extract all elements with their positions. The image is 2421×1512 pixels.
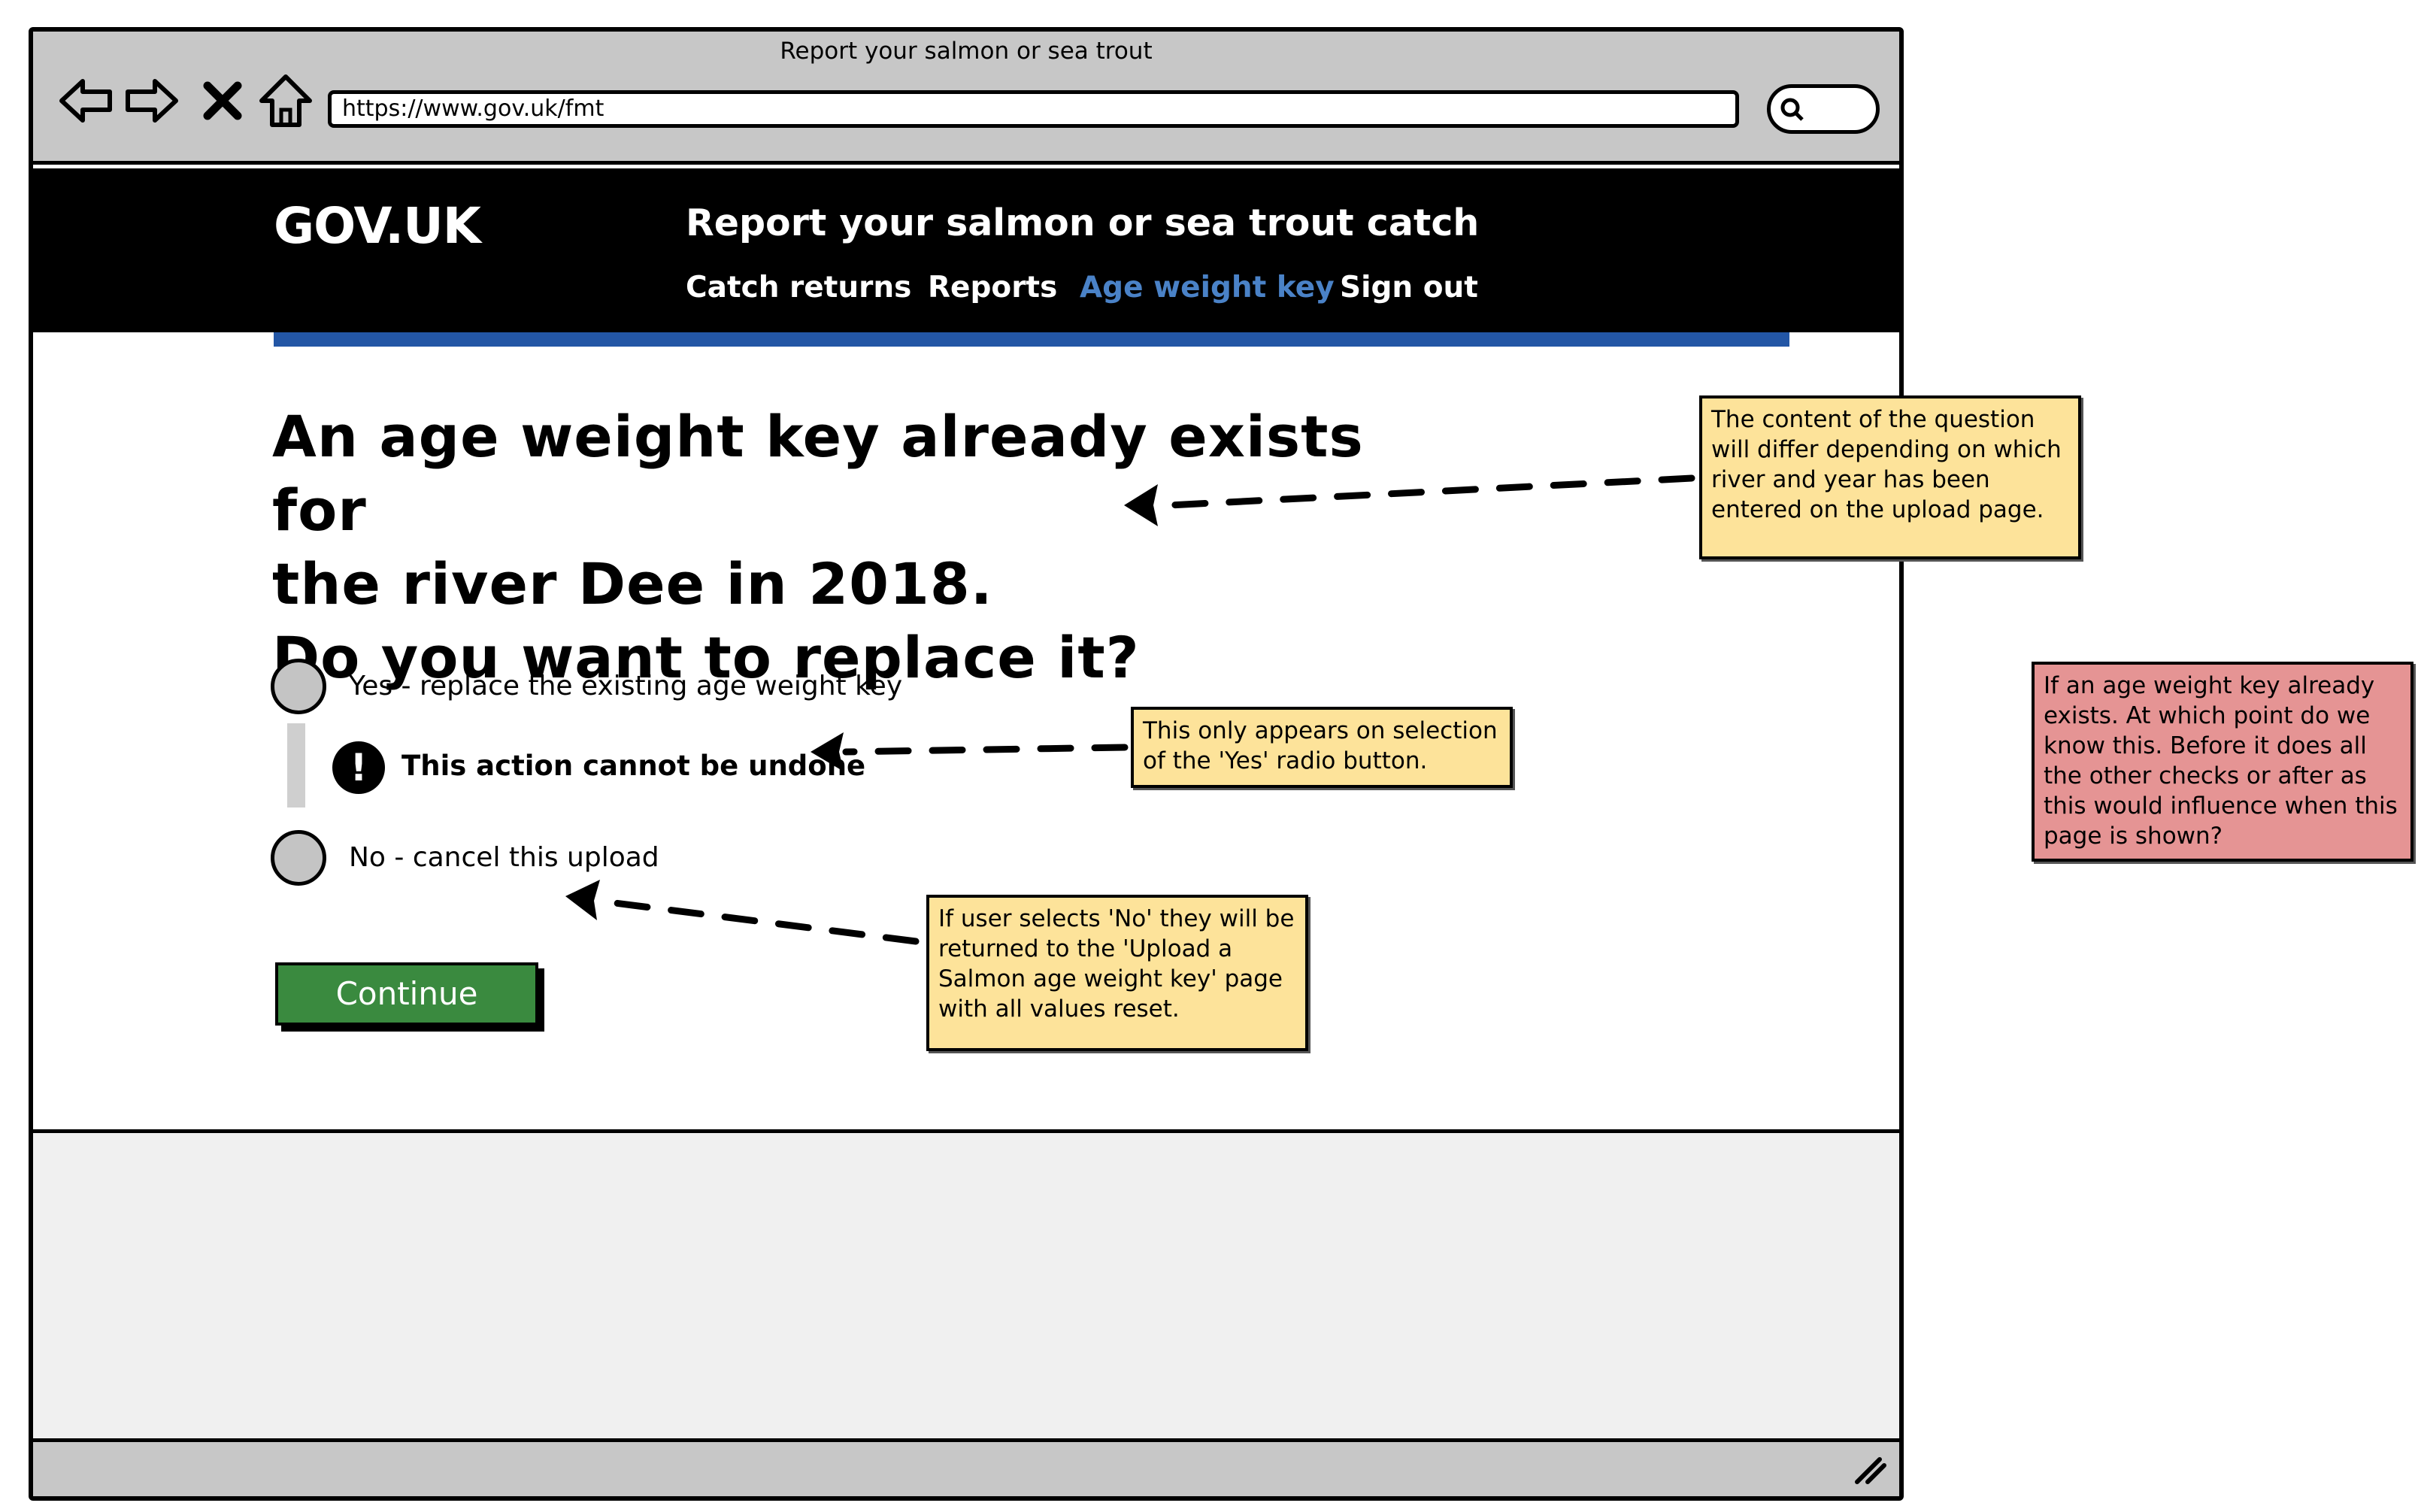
resize-grip-icon[interactable] (1853, 1455, 1887, 1485)
site-header: GOV.UK Report your salmon or sea trout c… (33, 168, 1899, 332)
heading-line: the river Dee in 2018. (272, 550, 993, 617)
back-arrow-icon[interactable] (56, 71, 116, 131)
home-icon[interactable] (256, 71, 316, 131)
annotation-note-timing: If an age weight key already exists. At … (2032, 662, 2413, 862)
continue-button[interactable]: Continue (275, 962, 538, 1026)
radio-yes[interactable] (271, 659, 326, 714)
annotation-note-question: The content of the question will differ … (1699, 395, 2081, 559)
exclamation-icon: ! (332, 741, 385, 794)
question-heading: An age weight key already exists for the… (272, 400, 1475, 695)
nav-catch-returns[interactable]: Catch returns (686, 271, 911, 305)
header-blue-rule (274, 332, 1789, 347)
status-bar (33, 1438, 1899, 1496)
footer-area (33, 1133, 1899, 1473)
warning-text: This action cannot be undone (401, 750, 866, 782)
forward-arrow-icon[interactable] (122, 71, 182, 131)
govuk-logo[interactable]: GOV.UK (274, 197, 481, 255)
url-bar[interactable]: https://www.gov.uk/fmt (328, 90, 1739, 128)
annotation-note-no-return: If user selects 'No' they will be return… (926, 895, 1308, 1051)
radio-yes-label[interactable]: Yes - replace the existing age weight ke… (349, 671, 902, 701)
nav-age-weight-key[interactable]: Age weight key (1080, 271, 1335, 305)
nav-reports[interactable]: Reports (928, 271, 1057, 305)
heading-line: An age weight key already exists for (272, 403, 1364, 544)
close-x-icon[interactable] (200, 71, 245, 131)
warning-inset-bar (287, 723, 305, 808)
search-icon (1780, 98, 1804, 121)
window-title: Report your salmon or sea trout (780, 38, 1153, 65)
browser-window: Report your salmon or sea trout https://… (29, 27, 1904, 1501)
search-field[interactable] (1767, 84, 1880, 134)
radio-no[interactable] (271, 830, 326, 886)
browser-toolbar: Report your salmon or sea trout https://… (33, 32, 1899, 165)
radio-no-label[interactable]: No - cancel this upload (349, 842, 659, 873)
service-name[interactable]: Report your salmon or sea trout catch (686, 201, 1479, 244)
annotation-note-yes-only: This only appears on selection of the 'Y… (1131, 707, 1513, 788)
nav-sign-out[interactable]: Sign out (1340, 271, 1478, 305)
